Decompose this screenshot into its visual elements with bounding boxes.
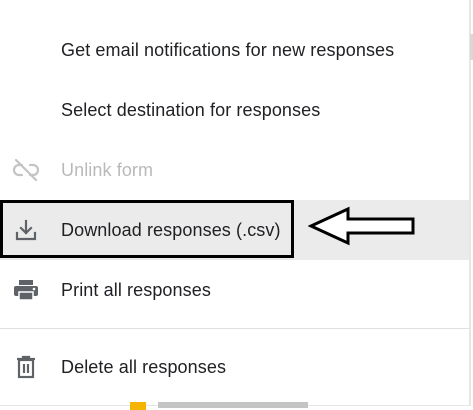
menu-item-label: Unlink form — [61, 159, 154, 180]
file-icon — [130, 402, 146, 410]
menu-item-select-destination[interactable]: Select destination for responses — [0, 80, 469, 140]
menu-item-delete-all[interactable]: Delete all responses — [0, 337, 469, 397]
menu-item-label: Print all responses — [61, 279, 211, 300]
menu-item-label: Get email notifications for new response… — [61, 39, 395, 60]
menu-divider — [0, 328, 469, 329]
obscured-text — [158, 402, 308, 408]
responses-options-menu: Get email notifications for new response… — [0, 0, 471, 406]
background-content-peek — [130, 402, 320, 410]
menu-item-print-all[interactable]: Print all responses — [0, 260, 469, 320]
menu-item-unlink-form: Unlink form — [0, 140, 469, 200]
unlink-icon — [11, 155, 41, 185]
menu-item-email-notifications[interactable]: Get email notifications for new response… — [0, 20, 469, 80]
menu-item-label: Download responses (.csv) — [61, 219, 281, 240]
menu-top-padding — [0, 0, 469, 20]
menu-item-label: Delete all responses — [61, 356, 227, 377]
trash-icon — [11, 352, 41, 382]
download-icon — [11, 215, 41, 245]
print-icon — [11, 275, 41, 305]
screen: Get email notifications for new response… — [0, 0, 473, 410]
menu-item-label: Select destination for responses — [61, 99, 321, 120]
menu-item-download-csv[interactable]: Download responses (.csv) — [0, 200, 469, 260]
